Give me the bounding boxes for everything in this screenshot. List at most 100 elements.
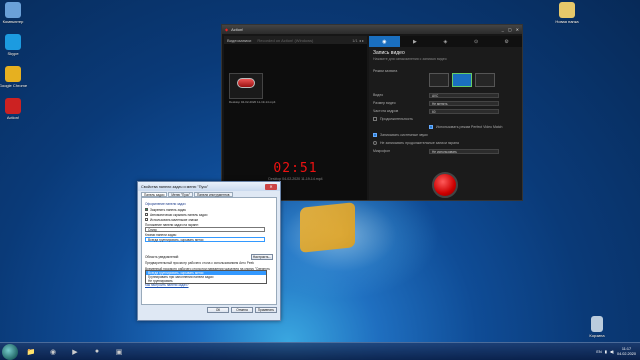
dialog-title: Свойства панели задач и меню "Пуск" (141, 184, 209, 189)
video-codec-select[interactable]: AVC (429, 92, 499, 98)
app-icon (5, 98, 21, 114)
windows-logo-shape (300, 202, 355, 253)
microphone-select[interactable]: Не использовать (429, 148, 499, 154)
capture-mode-label: Режим захвата (373, 69, 398, 73)
taskbar-app-action[interactable]: ● (88, 345, 106, 359)
video-codec-row: Видео AVC (369, 91, 522, 99)
recorder-window-controls: _ ▢ ✕ (502, 27, 519, 32)
ok-button[interactable]: ОК (207, 307, 229, 313)
duration-row: Продолжительность (369, 115, 522, 123)
record-disc-icon (237, 78, 255, 88)
small-icons-checkbox[interactable] (145, 218, 148, 221)
recordings-hint: Recorded on Action! (Windows) (257, 37, 314, 43)
capture-mode-options (369, 73, 522, 87)
duration-checkbox[interactable] (373, 117, 377, 121)
desktop-icon[interactable]: Action! (0, 98, 28, 120)
app-icon (5, 2, 21, 18)
settings-panel: ◉ ▶ ◈ ⊙ ⚙ Запись видео Нажмите для ознак… (369, 36, 522, 200)
clock[interactable]: 11:17 04.02.2020 (617, 347, 636, 356)
tab-game[interactable]: ◈ (430, 36, 461, 47)
app-icon (5, 34, 21, 50)
recorder-titlebar[interactable]: ◆ Action! _ ▢ ✕ (222, 25, 522, 34)
peek-title: Предварительный просмотр рабочего стола … (145, 261, 255, 265)
cancel-button[interactable]: Отмена (231, 307, 253, 313)
taskbar-apps: 📁 ◉ ▶ ● ▣ (18, 345, 128, 359)
recordings-panel: Видеозаписи Recorded on Action! (Windows… (224, 36, 367, 200)
perfect-match-row: Использовать режим Perfect Video Match (369, 123, 522, 131)
desktop-icon[interactable]: Google Chrome (0, 66, 28, 88)
taskbar-app-app[interactable]: ▣ (110, 345, 128, 359)
desktop-icon-label: Skype (7, 51, 19, 56)
framerate-select[interactable]: 60 (429, 108, 499, 114)
taskbar: 📁 ◉ ▶ ● ▣ EN ▮ ◀) 11:17 04.02.2020 (0, 342, 640, 360)
notification-area-row: Область уведомлений: Настроить... (145, 253, 273, 260)
dialog-footer: ОК Отмена Применить (138, 305, 280, 315)
buttons-select[interactable]: Всегда группировать, скрывать метки (145, 237, 265, 242)
taskbar-app-explorer[interactable]: 📁 (22, 345, 40, 359)
video-size-row: Размер видео Не менять (369, 99, 522, 107)
group-appearance-label: Оформление панели задач (145, 202, 186, 206)
taskbar-app-chrome[interactable]: ◉ (44, 345, 62, 359)
recording-thumbnail[interactable] (229, 73, 263, 99)
desktop-icon-label: Action! (6, 115, 20, 120)
system-sound-row: Записывать системные звуки (369, 131, 522, 139)
apply-button[interactable]: Применить (255, 307, 277, 313)
position-select[interactable]: Снизу (145, 227, 265, 232)
start-button[interactable] (2, 343, 18, 360)
recorder-app-name: Action! (231, 27, 244, 32)
mode-region-icon[interactable] (475, 73, 495, 87)
notification-area-label: Область уведомлений: (145, 254, 180, 259)
microphone-row: Микрофон Не использовать (369, 147, 522, 155)
dialog-titlebar[interactable]: Свойства панели задач и меню "Пуск" ✕ (138, 182, 280, 191)
video-size-select[interactable]: Не менять (429, 100, 499, 106)
mode-game-icon[interactable] (429, 73, 449, 87)
lock-taskbar-checkbox[interactable] (145, 208, 148, 211)
desktop-icon-label: Компьютер (2, 19, 24, 24)
record-button[interactable] (432, 172, 458, 198)
dialog-body: Оформление панели задач Закрепить панель… (141, 197, 277, 305)
dialog-close-button[interactable]: ✕ (265, 183, 277, 190)
section-hint: Нажмите для ознакомления с записью видео (373, 57, 447, 61)
minimize-button[interactable]: _ (502, 27, 504, 32)
clock-date: 04.02.2020 (616, 351, 636, 356)
settings-tabs: ◉ ▶ ◈ ⊙ ⚙ (369, 36, 522, 47)
framerate-row: Частота кадров 60 (369, 107, 522, 115)
buttons-dropdown-list: Всегда группировать, скрывать метки Груп… (145, 270, 267, 284)
app-icon (5, 66, 21, 82)
desktop-icon[interactable]: Skype (0, 34, 28, 56)
tab-video-record[interactable]: ◉ (369, 36, 400, 47)
desktop-icon[interactable]: Компьютер (0, 2, 28, 24)
action-recorder-window: ◆ Action! _ ▢ ✕ Видеозаписи Recorded on … (221, 24, 523, 201)
long-record-radio[interactable] (373, 141, 377, 145)
desktop-icon-new-folder[interactable]: Новая папка (552, 2, 582, 24)
recordings-header: Видеозаписи Recorded on Action! (Windows… (224, 36, 367, 44)
system-sound-checkbox[interactable] (373, 133, 377, 137)
recording-thumb-caption: Desktop 04-02-2020 11-19-14.mp4 (229, 100, 276, 104)
long-record-row: Не записывать продолжительные записи экр… (369, 139, 522, 147)
desktop-icon-label: Google Chrome (0, 83, 28, 88)
desktop-icon-trash[interactable]: Корзина (582, 316, 612, 338)
taskbar-app-media[interactable]: ▶ (66, 345, 84, 359)
language-indicator[interactable]: EN (596, 350, 601, 354)
volume-icon[interactable]: ◀) (610, 349, 614, 354)
perfect-match-checkbox[interactable] (429, 125, 433, 129)
tab-play[interactable]: ▶ (400, 36, 431, 47)
section-title: Запись видео (373, 50, 405, 56)
tab-webcam[interactable]: ⊙ (461, 36, 492, 47)
action-logo-icon: ◆ (225, 27, 229, 32)
recording-timer: 02:51 (273, 161, 318, 176)
maximize-button[interactable]: ▢ (508, 27, 512, 32)
customize-button[interactable]: Настроить... (251, 253, 273, 260)
mode-desktop-icon[interactable] (452, 73, 472, 87)
tab-settings[interactable]: ⚙ (491, 36, 522, 47)
close-button[interactable]: ✕ (516, 27, 519, 32)
trash-icon (591, 316, 603, 332)
network-icon[interactable]: ▮ (605, 349, 607, 354)
folder-icon (559, 2, 575, 18)
system-tray: EN ▮ ◀) 11:17 04.02.2020 (596, 347, 640, 356)
recordings-nav[interactable]: 1/1 ◂ ▸ (352, 38, 364, 43)
taskbar-properties-dialog: Свойства панели задач и меню "Пуск" ✕ Па… (137, 181, 281, 321)
recordings-header-label[interactable]: Видеозаписи (227, 38, 251, 43)
autohide-checkbox[interactable] (145, 213, 148, 216)
dropdown-option[interactable]: Не группировать (146, 279, 266, 283)
